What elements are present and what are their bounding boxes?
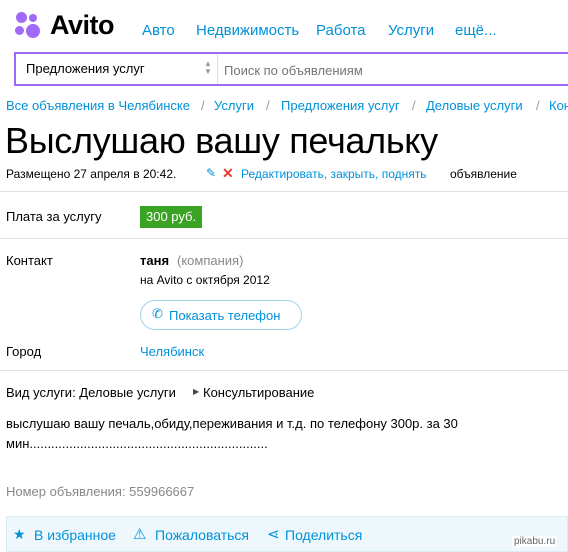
breadcrumb-separator: / (536, 98, 540, 113)
divider (0, 191, 568, 192)
breadcrumb-separator: / (201, 98, 205, 113)
description-line: выслушаю вашу печаль,обиду,переживания и… (6, 416, 458, 431)
delete-icon[interactable]: ✕ (222, 165, 234, 182)
page-title: Выслушаю вашу печальку (5, 120, 438, 161)
nav-item-auto[interactable]: Авто (142, 22, 175, 39)
breadcrumb-separator: / (266, 98, 270, 113)
price-label: Плата за услугу (6, 209, 102, 224)
show-phone-label: Показать телефон (169, 308, 281, 323)
contact-since: на Avito с октября 2012 (140, 273, 270, 287)
city-label: Город (6, 344, 42, 359)
phone-icon: ✆ (152, 306, 163, 321)
contact-label: Контакт (6, 253, 53, 268)
share-button[interactable]: Поделиться (285, 527, 362, 543)
report-button[interactable]: Пожаловаться (155, 527, 249, 543)
pencil-icon[interactable]: ✎ (206, 166, 216, 180)
favorite-button[interactable]: В избранное (34, 527, 116, 543)
breadcrumb-item-services[interactable]: Услуги (214, 98, 254, 113)
star-icon: ★ (13, 526, 26, 542)
breadcrumb-item-business[interactable]: Деловые услуги (426, 98, 523, 113)
breadcrumb-item-offers[interactable]: Предложения услуг (281, 98, 400, 113)
ad-number: Номер объявления: 559966667 (6, 484, 195, 499)
watermark: pikabu.ru (512, 536, 558, 547)
select-arrows-icon: ▲ ▼ (204, 59, 212, 76)
nav-item-more[interactable]: ещё... (455, 22, 497, 39)
logo-text: Avito (50, 10, 115, 40)
posted-date: Размещено 27 апреля в 20:42. (6, 167, 177, 181)
breadcrumb-separator: / (412, 98, 416, 113)
actions-bar: ★ В избранное ⚠ Пожаловаться ⋖ Поделитьс… (6, 516, 568, 552)
triangle-right-icon: ▶ (193, 387, 200, 396)
warning-icon: ⚠ (133, 526, 147, 543)
nav-item-jobs[interactable]: Работа (316, 22, 366, 39)
category-select[interactable]: Предложения услуг ▲ ▼ (16, 54, 218, 84)
contact-type: (компания) (177, 253, 244, 268)
nav-item-services[interactable]: Услуги (388, 22, 434, 39)
divider (0, 238, 568, 239)
breadcrumb-item-consulting[interactable]: Кон (549, 98, 568, 113)
search-bar: Предложения услуг ▲ ▼ (14, 52, 568, 86)
description-line: мин.....................................… (6, 436, 268, 451)
nav-item-realty[interactable]: Недвижимость (196, 22, 299, 39)
show-phone-button[interactable]: ✆ Показать телефон (140, 300, 302, 330)
edit-link[interactable]: Редактировать, закрыть, поднять (241, 167, 426, 181)
search-input[interactable] (222, 58, 556, 82)
logo-dots-icon (14, 12, 44, 42)
price-badge: 300 руб. (140, 206, 203, 228)
city-link[interactable]: Челябинск (140, 344, 204, 359)
share-icon: ⋖ (267, 526, 280, 543)
service-subtype: Консультирование (203, 385, 315, 400)
edit-suffix: объявление (450, 167, 517, 181)
service-type: Вид услуги: Деловые услуги (6, 385, 176, 400)
breadcrumb-item-all[interactable]: Все объявления в Челябинске (6, 98, 190, 113)
divider (0, 370, 568, 371)
contact-name: таня (140, 253, 170, 268)
avito-logo[interactable]: Avito (14, 10, 124, 44)
ad-description: выслушаю вашу печаль,обиду,переживания и… (6, 414, 566, 454)
category-select-value: Предложения услуг (26, 61, 145, 76)
